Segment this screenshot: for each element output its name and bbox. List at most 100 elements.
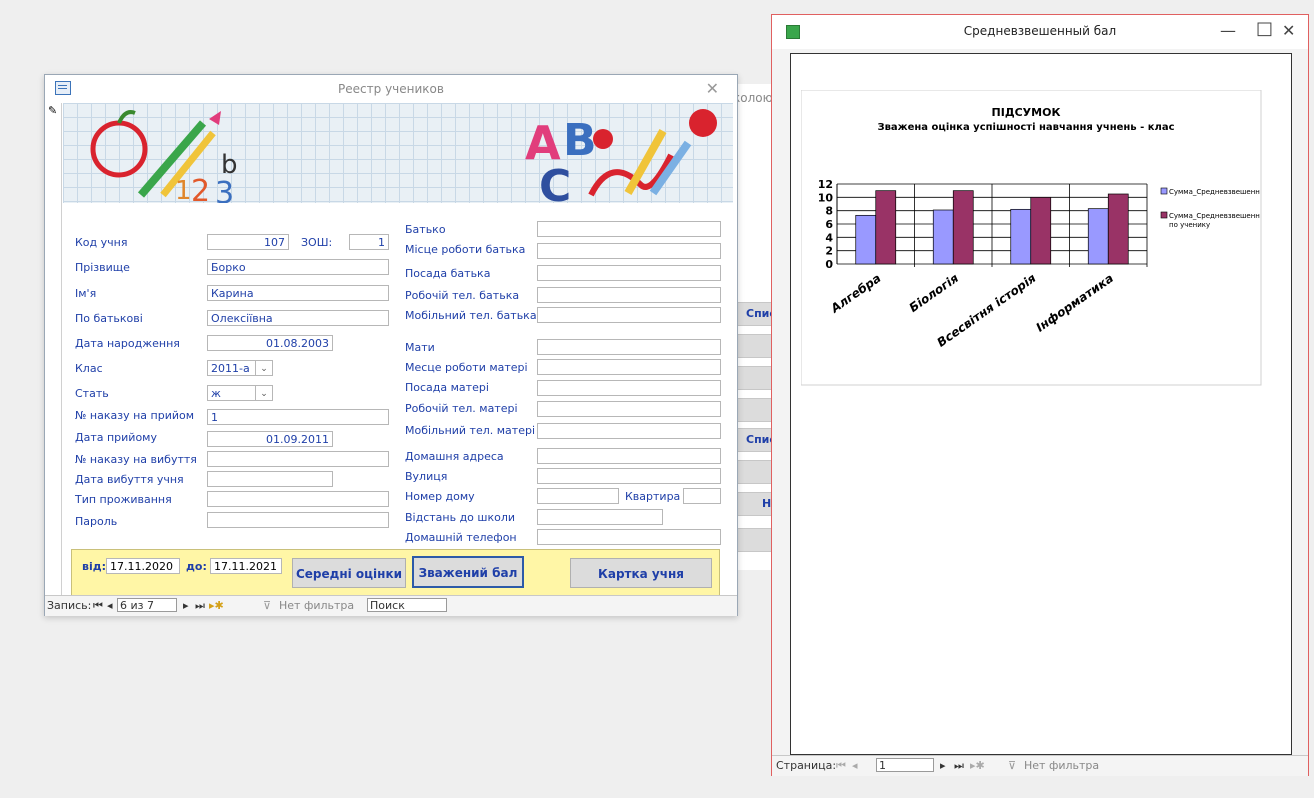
bar [855,214,877,265]
label-father-work-phone: Робочій тел. батька [405,289,520,302]
page-number-field[interactable]: 1 [876,758,934,772]
student-card-button[interactable]: Картка учня [570,558,712,588]
school-distance-field[interactable] [537,509,663,525]
mother-position-field[interactable] [537,380,721,396]
label-school: ЗОШ: [301,236,333,249]
label-father: Батько [405,223,446,236]
chart-title: ПІДСУМОК [992,106,1061,119]
home-phone-field[interactable] [537,529,721,545]
bar [1030,196,1052,265]
father-mobile-field[interactable] [537,307,721,323]
apartment-field[interactable] [683,488,721,504]
pencil-icon: ✎ [48,104,58,117]
surname-field[interactable]: Борко [207,259,389,275]
weighted-score-button[interactable]: Зважений бал [412,556,524,588]
father-work-phone-field[interactable] [537,287,721,303]
gender-value: ж [211,387,221,400]
last-page-icon[interactable]: ⏭ [954,759,964,773]
student-code-field[interactable]: 107 [207,234,289,250]
label-first-name: Ім'я [75,287,97,300]
close-icon[interactable]: ✕ [706,79,719,98]
record-number-field[interactable]: 6 из 7 [117,598,177,612]
y-tick-label: 6 [825,218,833,231]
label-mother-work: Месце роботи матері [405,361,528,374]
label-mother-position: Посада матері [405,381,489,394]
first-name-field[interactable]: Карина [207,285,389,301]
y-tick-label: 8 [825,205,833,218]
mother-mobile-field[interactable] [537,423,721,439]
record-selector[interactable]: ✎ [47,103,62,613]
password-field[interactable] [207,512,389,528]
leave-order-field[interactable] [207,451,389,467]
banner-doodles-icon: 1 2 3 b A B C [90,109,717,212]
bar [932,209,954,265]
y-tick-label: 10 [818,191,834,204]
father-field[interactable] [537,221,721,237]
filter-status[interactable]: Нет фильтра [279,599,354,612]
chevron-down-icon[interactable]: ⌄ [255,361,272,375]
close-icon[interactable]: ✕ [1282,21,1295,40]
report-window: Средневзвешенный бал — □ ✕ ПІДСУМОК Зваж… [771,14,1309,776]
filter-icon[interactable]: ⊽ [1008,759,1016,772]
gender-combo[interactable]: ж ⌄ [207,385,273,401]
label-leave-order: № наказу на вибуття [75,453,197,466]
mother-field[interactable] [537,339,721,355]
label-student-code: Код учня [75,236,128,249]
svg-text:3: 3 [215,176,234,203]
weighted-score-chart: ПІДСУМОК Зважена оцінка успішності навча… [801,90,1262,386]
label-surname: Прізвище [75,261,130,274]
first-record-icon[interactable]: ⏮ [93,599,103,613]
next-record-icon[interactable]: ▸ [183,599,189,612]
student-registry-window: Реестр учеников ✕ ✎ 1 2 3 b A B C Код уч… [44,74,738,616]
bar [1107,193,1129,265]
svg-text:1: 1 [175,176,192,203]
patronymic-field[interactable]: Олексіївна [207,310,389,326]
new-page-icon[interactable]: ▸✱ [970,759,985,772]
average-grades-button[interactable]: Середні оцінки [292,558,406,588]
last-record-icon[interactable]: ⏭ [195,599,205,613]
prev-page-icon[interactable]: ◂ [852,759,858,772]
mother-work-field[interactable] [537,359,721,375]
house-number-field[interactable] [537,488,619,504]
next-page-icon[interactable]: ▸ [940,759,946,772]
svg-text:2: 2 [191,174,210,203]
admission-date-field[interactable]: 01.09.2011 [207,431,333,447]
bar [1010,208,1032,265]
admission-order-field[interactable]: 1 [207,409,389,425]
label-home-phone: Домашній телефон [405,531,517,544]
bar [1087,208,1109,265]
report-filter-status[interactable]: Нет фильтра [1024,759,1099,772]
label-mother: Мати [405,341,435,354]
chart-subtitle: Зважена оцінка успішності навчання учнен… [877,122,1174,133]
label-mother-work-phone: Робочій тел. матері [405,402,518,415]
minimize-icon[interactable]: — [1220,21,1236,40]
legend-swatch [1160,187,1168,195]
school-field[interactable]: 1 [349,234,389,250]
label-leave-date: Дата вибуття учня [75,473,184,486]
residence-type-field[interactable] [207,491,389,507]
y-tick-label: 0 [825,258,833,271]
new-record-icon[interactable]: ▸✱ [209,599,224,612]
birth-date-field[interactable]: 01.08.2003 [207,335,333,351]
home-address-field[interactable] [537,448,721,464]
from-date-field[interactable]: 17.11.2020 [106,558,180,574]
filter-icon[interactable]: ⊽ [263,599,271,612]
father-work-field[interactable] [537,243,721,259]
mother-work-phone-field[interactable] [537,401,721,417]
chevron-down-icon[interactable]: ⌄ [255,386,272,400]
to-date-field[interactable]: 17.11.2021 [210,558,282,574]
leave-date-field[interactable] [207,471,333,487]
father-position-field[interactable] [537,265,721,281]
street-field[interactable] [537,468,721,484]
window-title: Реестр учеников [338,82,444,96]
class-combo[interactable]: 2011-а ⌄ [207,360,273,376]
label-street: Вулиця [405,470,448,483]
label-from: від: [82,560,107,573]
svg-text:C: C [539,161,571,203]
maximize-icon[interactable]: □ [1256,18,1273,39]
legend-label-line2: по ученику [1169,221,1210,229]
prev-record-icon[interactable]: ◂ [107,599,113,612]
search-input[interactable]: Поиск [367,598,447,612]
background-form-title: колою [733,91,773,105]
first-page-icon[interactable]: ⏮ [836,759,846,773]
